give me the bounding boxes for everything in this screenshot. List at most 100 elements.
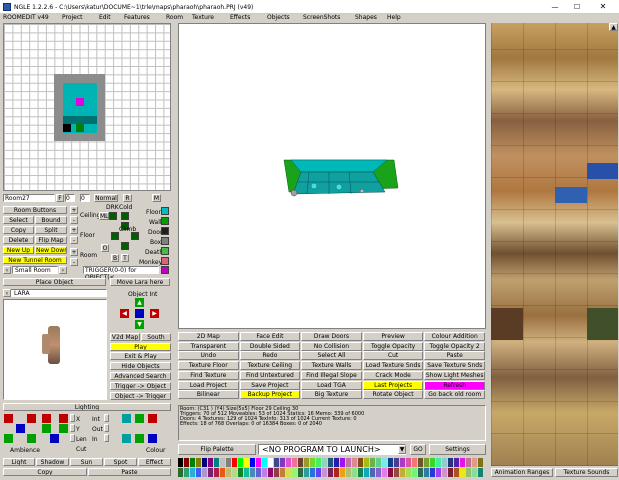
palette-swatch[interactable]: [310, 468, 315, 477]
palette-swatch[interactable]: [334, 468, 339, 477]
palette-swatch[interactable]: [214, 458, 219, 467]
palette-swatch[interactable]: [298, 458, 303, 467]
minimize-button[interactable]: —: [545, 2, 565, 12]
light-ll[interactable]: [4, 434, 13, 443]
colour-g[interactable]: [135, 414, 144, 423]
preview-button[interactable]: Preview: [362, 332, 424, 341]
floor-down-arrow[interactable]: -: [70, 236, 78, 244]
go-back-old-room-button[interactable]: Go back old room: [424, 390, 485, 400]
climb-east-toggle[interactable]: [131, 232, 139, 240]
palette-swatch[interactable]: [274, 468, 279, 477]
room-down-arrow[interactable]: -: [70, 258, 78, 266]
settings-button[interactable]: Settings: [429, 444, 486, 455]
drk-toggle[interactable]: [109, 212, 117, 220]
palette-swatch[interactable]: [202, 458, 207, 467]
palette-swatch[interactable]: [298, 468, 303, 477]
palette-swatch[interactable]: [382, 458, 387, 467]
palette-swatch[interactable]: [430, 468, 435, 477]
palette-swatch[interactable]: [406, 468, 411, 477]
texture-walls-button[interactable]: Texture Walls: [301, 361, 362, 371]
close-button[interactable]: ✕: [591, 2, 615, 12]
palette-swatch[interactable]: [262, 468, 267, 477]
door-swatch[interactable]: [161, 227, 169, 235]
palette-swatch[interactable]: [250, 458, 255, 467]
palette-swatch[interactable]: [256, 468, 261, 477]
palette-swatch[interactable]: [238, 458, 243, 467]
light-len-spin[interactable]: [70, 434, 75, 442]
palette-swatch[interactable]: [424, 458, 429, 467]
palette-swatch[interactable]: [430, 458, 435, 467]
palette-swatch[interactable]: [388, 458, 393, 467]
program-launch-select[interactable]: <NO PROGRAM TO LAUNCH>: [258, 444, 406, 455]
sun-button[interactable]: Sun: [70, 458, 103, 466]
palette-swatch[interactable]: [340, 468, 345, 477]
light-copy-button[interactable]: Copy: [3, 468, 87, 476]
palette-swatch[interactable]: [208, 458, 213, 467]
no-collision-button[interactable]: No Collision: [301, 341, 362, 351]
palette-swatch[interactable]: [478, 468, 483, 477]
climb-south-toggle[interactable]: [121, 242, 129, 250]
double-sided-button[interactable]: Double Sided: [239, 341, 301, 351]
death-swatch[interactable]: [161, 247, 169, 255]
palette-swatch[interactable]: [364, 458, 369, 467]
new-down-button[interactable]: New Down: [35, 246, 67, 254]
palette-swatch[interactable]: [232, 468, 237, 477]
b-button[interactable]: B: [111, 254, 119, 262]
palette-swatch[interactable]: [190, 468, 195, 477]
palette-swatch[interactable]: [346, 458, 351, 467]
colour-palette[interactable]: [178, 458, 486, 478]
palette-swatch[interactable]: [364, 468, 369, 477]
menu-effects[interactable]: Effects: [230, 14, 250, 22]
palette-swatch[interactable]: [376, 458, 381, 467]
effect-button[interactable]: Effect: [138, 458, 171, 466]
palette-swatch[interactable]: [190, 458, 195, 467]
move-lara-here-button[interactable]: Move Lara here: [110, 278, 170, 286]
colour-r[interactable]: [122, 414, 131, 423]
palette-swatch[interactable]: [202, 468, 207, 477]
o-button[interactable]: O: [101, 244, 109, 252]
shadow-button[interactable]: Shadow: [36, 458, 69, 466]
colour-pad[interactable]: [121, 413, 161, 445]
prev-room-arrow[interactable]: ‹: [3, 266, 11, 274]
cold-toggle[interactable]: [121, 212, 129, 220]
new-tunnel-room-button[interactable]: New Tunnel Room: [3, 256, 67, 264]
trigger-object-button[interactable]: Trigger -> Object: [110, 382, 171, 390]
floor-swatch[interactable]: [161, 207, 169, 215]
flip-map-button[interactable]: Flip Map: [35, 236, 67, 244]
palette-swatch[interactable]: [382, 468, 387, 477]
palette-swatch[interactable]: [370, 458, 375, 467]
palette-swatch[interactable]: [418, 458, 423, 467]
obj-up-arrow[interactable]: ▲: [135, 298, 144, 307]
backup-project-button[interactable]: Backup Project: [239, 390, 301, 400]
colour-r2[interactable]: [122, 434, 131, 443]
light-ul[interactable]: [4, 414, 13, 423]
monkey-swatch[interactable]: [161, 257, 169, 265]
light-x-spin[interactable]: [70, 414, 75, 422]
select-all-button[interactable]: Select All: [301, 351, 362, 361]
spot-button[interactable]: Spot: [104, 458, 137, 466]
t-button[interactable]: T: [121, 254, 129, 262]
menu-room[interactable]: Room: [166, 14, 183, 22]
object-move-pad[interactable]: ▲ ◀ ▶ ▼: [119, 297, 161, 331]
bilinear-button[interactable]: Bilinear: [178, 390, 239, 400]
palette-swatch[interactable]: [334, 458, 339, 467]
new-up-button[interactable]: New Up: [3, 246, 34, 254]
trigger-list[interactable]: TRIGGER(0-0) for OBJECT(<: [83, 266, 159, 281]
menu-help[interactable]: Help: [387, 14, 401, 22]
palette-swatch[interactable]: [280, 468, 285, 477]
palette-swatch[interactable]: [178, 458, 183, 467]
room-size-select[interactable]: Small Room: [12, 266, 58, 274]
palette-swatch[interactable]: [316, 458, 321, 467]
palette-swatch[interactable]: [322, 468, 327, 477]
room-field-1[interactable]: 0: [65, 194, 75, 202]
palette-swatch[interactable]: [442, 458, 447, 467]
colour-b2[interactable]: [148, 434, 157, 443]
palette-swatch[interactable]: [244, 468, 249, 477]
paste-button[interactable]: Paste: [424, 351, 485, 361]
go-button[interactable]: GO: [410, 444, 426, 455]
obj-right-arrow[interactable]: ▶: [150, 309, 159, 318]
palette-swatch[interactable]: [472, 468, 477, 477]
find-illegal-slope-button[interactable]: Find Illegal Slope: [301, 370, 362, 380]
palette-swatch[interactable]: [232, 458, 237, 467]
copy-room-button[interactable]: Copy: [3, 226, 34, 234]
